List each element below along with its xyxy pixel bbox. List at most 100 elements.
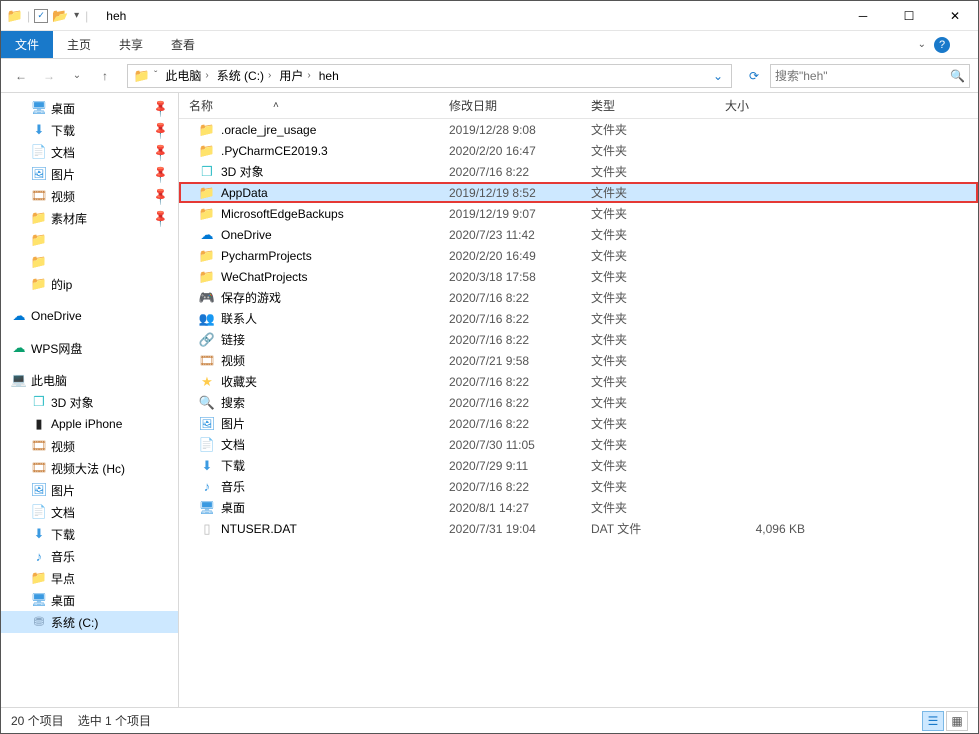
search-input[interactable]: [775, 69, 950, 83]
file-type: 文件夹: [581, 394, 715, 411]
column-date[interactable]: 修改日期: [439, 97, 581, 114]
sidebar-thispc-child[interactable]: 📄文档: [1, 501, 178, 523]
chevron-right-icon[interactable]: ›: [205, 70, 208, 81]
file-row[interactable]: ▯NTUSER.DAT 2020/7/31 19:04 DAT 文件 4,096…: [179, 518, 978, 539]
file-row[interactable]: 🖼图片 2020/7/16 8:22 文件夹: [179, 413, 978, 434]
music-icon: ♪: [199, 479, 215, 495]
file-list[interactable]: 📁.oracle_jre_usage 2019/12/28 9:08 文件夹 📁…: [179, 119, 978, 707]
file-row[interactable]: ⬇下载 2020/7/29 9:11 文件夹: [179, 455, 978, 476]
sidebar-quick-item[interactable]: 🖼图片📌: [1, 163, 178, 185]
column-size[interactable]: 大小: [715, 97, 815, 114]
tab-file[interactable]: 文件: [1, 31, 53, 58]
breadcrumb-drive[interactable]: 系统 (C:): [217, 67, 264, 84]
sidebar-quick-item[interactable]: 🖥桌面📌: [1, 97, 178, 119]
breadcrumb-users[interactable]: 用户: [279, 67, 303, 84]
file-row[interactable]: 🎞视频 2020/7/21 9:58 文件夹: [179, 350, 978, 371]
window-title: heh: [90, 9, 126, 23]
column-type[interactable]: 类型: [581, 97, 715, 114]
view-details-button[interactable]: ☰: [922, 711, 944, 731]
file-date: 2020/2/20 16:47: [439, 144, 581, 158]
search-box[interactable]: 🔍: [770, 64, 970, 88]
chevron-right-icon[interactable]: ›: [268, 70, 271, 81]
sidebar-quick-item[interactable]: 📁: [1, 251, 178, 273]
file-row[interactable]: 🖥桌面 2020/8/1 14:27 文件夹: [179, 497, 978, 518]
properties-checkbox-icon[interactable]: ✓: [34, 9, 48, 23]
tab-share[interactable]: 共享: [105, 31, 157, 58]
down-icon: ⬇: [199, 458, 215, 474]
nav-forward-button[interactable]: →: [37, 64, 61, 88]
open-folder-icon[interactable]: 📂: [52, 8, 68, 24]
folder-icon: 📁: [31, 210, 47, 226]
ribbon-expand-icon[interactable]: ⌄: [918, 39, 926, 50]
sidebar-item-label: WPS网盘: [31, 340, 82, 357]
breadcrumb-thispc[interactable]: 此电脑: [165, 67, 201, 84]
file-row[interactable]: ❒3D 对象 2020/7/16 8:22 文件夹: [179, 161, 978, 182]
sidebar-quick-item[interactable]: ⬇下载📌: [1, 119, 178, 141]
qat-dropdown-icon[interactable]: ▾: [74, 10, 79, 21]
tab-home[interactable]: 主页: [53, 31, 105, 58]
refresh-button[interactable]: ⟳: [742, 64, 766, 88]
breadcrumb[interactable]: 📁ˇ 此电脑 › 系统 (C:) › 用户 › heh ⌄: [127, 64, 732, 88]
breadcrumb-current[interactable]: heh: [319, 69, 339, 83]
sidebar-quick-item[interactable]: 📄文档📌: [1, 141, 178, 163]
navigation-pane[interactable]: 🖥桌面📌⬇下载📌📄文档📌🖼图片📌🎞视频📌📁素材库📌📁📁📁的ip☁OneDrive…: [1, 93, 179, 707]
nav-back-button[interactable]: ←: [9, 64, 33, 88]
file-row[interactable]: 📁PycharmProjects 2020/2/20 16:49 文件夹: [179, 245, 978, 266]
file-row[interactable]: 🔍搜索 2020/7/16 8:22 文件夹: [179, 392, 978, 413]
file-row[interactable]: ☁OneDrive 2020/7/23 11:42 文件夹: [179, 224, 978, 245]
file-row[interactable]: 📁AppData 2019/12/19 8:52 文件夹: [179, 182, 978, 203]
link-icon: 🔗: [199, 332, 215, 348]
file-row[interactable]: 📁MicrosoftEdgeBackups 2019/12/19 9:07 文件…: [179, 203, 978, 224]
column-name[interactable]: 名称˄: [179, 97, 439, 114]
sidebar-thispc-child[interactable]: ▮Apple iPhone: [1, 413, 178, 435]
file-row[interactable]: 📁.PyCharmCE2019.3 2020/2/20 16:47 文件夹: [179, 140, 978, 161]
sidebar-thispc-child[interactable]: ⛃系统 (C:): [1, 611, 178, 633]
file-row[interactable]: 👥联系人 2020/7/16 8:22 文件夹: [179, 308, 978, 329]
file-row[interactable]: ★收藏夹 2020/7/16 8:22 文件夹: [179, 371, 978, 392]
file-row[interactable]: 📄文档 2020/7/30 11:05 文件夹: [179, 434, 978, 455]
file-icon: ▯: [199, 521, 215, 537]
search-icon[interactable]: 🔍: [950, 69, 965, 83]
doc-icon: 📄: [31, 504, 47, 520]
help-icon[interactable]: ?: [934, 37, 950, 53]
breadcrumb-dropdown-icon[interactable]: ⌄: [707, 69, 729, 83]
file-row[interactable]: 🔗链接 2020/7/16 8:22 文件夹: [179, 329, 978, 350]
maximize-button[interactable]: ☐: [886, 1, 932, 31]
chevron-right-icon[interactable]: ›: [307, 70, 310, 81]
sidebar-thispc-child[interactable]: 🖥桌面: [1, 589, 178, 611]
sidebar-quick-item[interactable]: 📁: [1, 229, 178, 251]
window-controls: ─ ☐ ✕: [840, 1, 978, 31]
file-type: 文件夹: [581, 184, 715, 201]
file-row[interactable]: ♪音乐 2020/7/16 8:22 文件夹: [179, 476, 978, 497]
sidebar-item-label: 3D 对象: [51, 394, 94, 411]
file-row[interactable]: 📁.oracle_jre_usage 2019/12/28 9:08 文件夹: [179, 119, 978, 140]
sidebar-wps[interactable]: ☁WPS网盘: [1, 337, 178, 359]
minimize-button[interactable]: ─: [840, 1, 886, 31]
view-thumbnails-button[interactable]: ▦: [946, 711, 968, 731]
chevron-right-icon[interactable]: ˇ: [154, 70, 157, 81]
sidebar-thispc-child[interactable]: ❒3D 对象: [1, 391, 178, 413]
pin-icon: 📌: [150, 186, 170, 206]
file-row[interactable]: 📁WeChatProjects 2020/3/18 17:58 文件夹: [179, 266, 978, 287]
sidebar-thispc-child[interactable]: 🎞视频大法 (Hc): [1, 457, 178, 479]
sidebar-quick-item[interactable]: 📁的ip: [1, 273, 178, 295]
file-name: 视频: [221, 352, 245, 369]
nav-up-button[interactable]: ↑: [93, 64, 117, 88]
folder-icon: 📁: [199, 185, 215, 201]
sidebar-onedrive[interactable]: ☁OneDrive: [1, 305, 178, 327]
file-name: WeChatProjects: [221, 270, 307, 284]
sidebar-thispc[interactable]: 💻此电脑: [1, 369, 178, 391]
close-button[interactable]: ✕: [932, 1, 978, 31]
file-row[interactable]: 🎮保存的游戏 2020/7/16 8:22 文件夹: [179, 287, 978, 308]
sidebar-thispc-child[interactable]: 🎞视频: [1, 435, 178, 457]
nav-recent-dropdown[interactable]: ⌄: [65, 64, 89, 88]
tab-view[interactable]: 查看: [157, 31, 209, 58]
folder-icon: 📁: [31, 570, 47, 586]
sidebar-quick-item[interactable]: 📁素材库📌: [1, 207, 178, 229]
sidebar-thispc-child[interactable]: ⬇下载: [1, 523, 178, 545]
sidebar-quick-item[interactable]: 🎞视频📌: [1, 185, 178, 207]
sidebar-thispc-child[interactable]: ♪音乐: [1, 545, 178, 567]
file-date: 2019/12/19 9:07: [439, 207, 581, 221]
sidebar-thispc-child[interactable]: 📁早点: [1, 567, 178, 589]
sidebar-thispc-child[interactable]: 🖼图片: [1, 479, 178, 501]
